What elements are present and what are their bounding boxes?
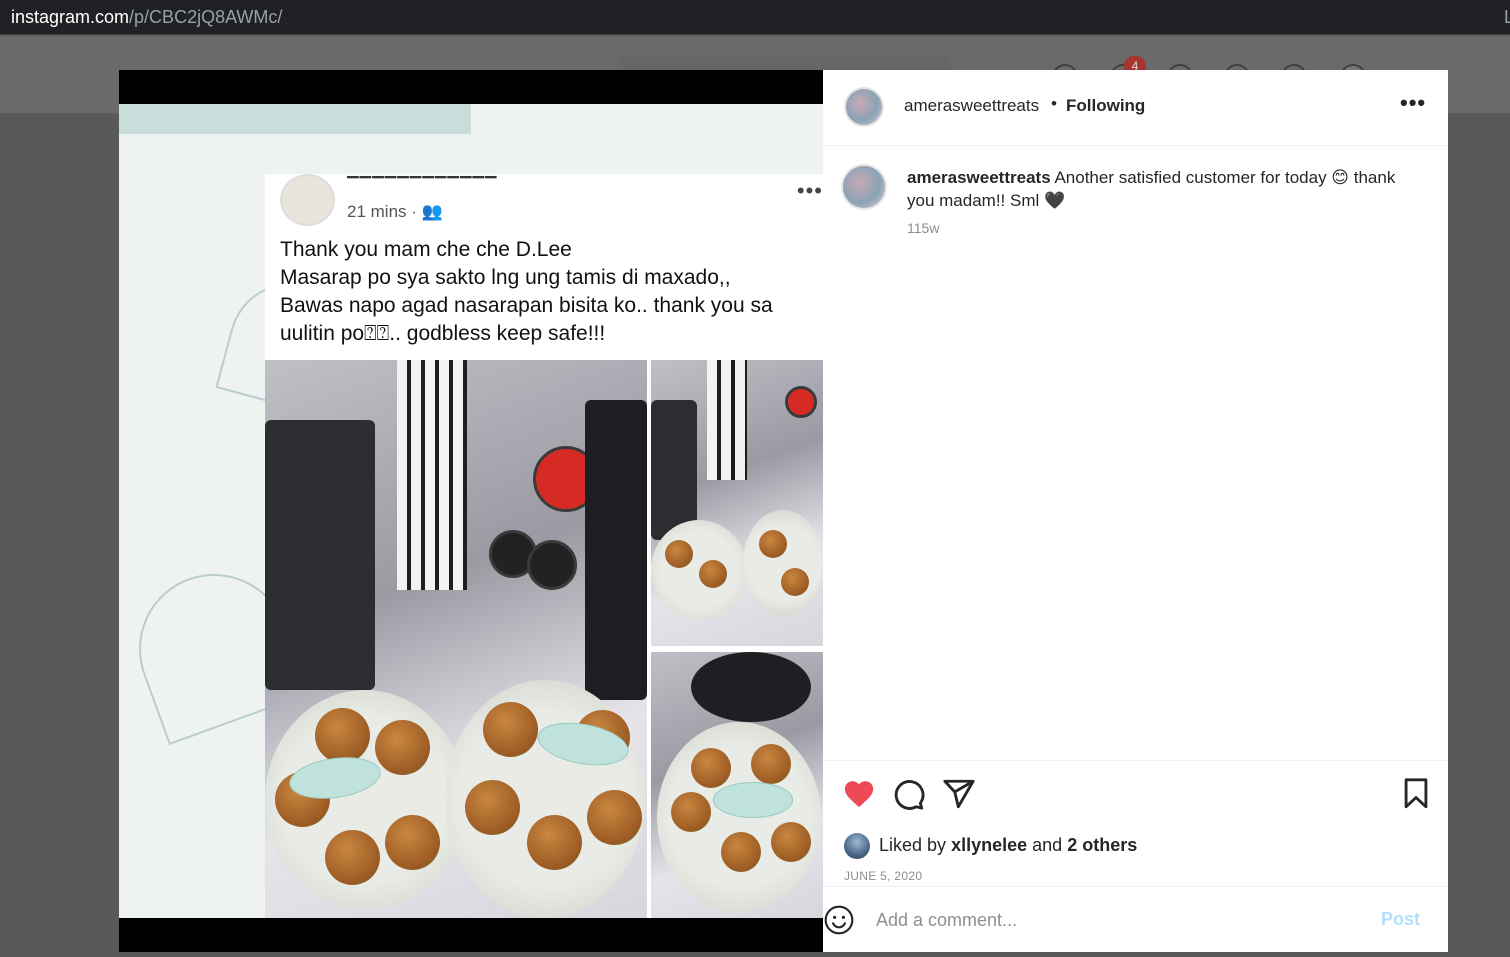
cup-stand-shape <box>691 652 811 722</box>
friends-icon: 👥 <box>421 202 443 221</box>
likes-middle: and <box>1032 835 1063 855</box>
comment-icon[interactable] <box>892 777 926 811</box>
emoji-icon[interactable] <box>823 904 855 936</box>
likes-others-link[interactable]: 2 others <box>1067 835 1137 855</box>
muffin <box>483 702 538 757</box>
url-bar-edge-glyph: L <box>1504 7 1510 27</box>
muffin-tray <box>743 510 823 616</box>
muffin <box>759 530 787 558</box>
liker-username[interactable]: xllynelee <box>951 835 1027 855</box>
muffin <box>587 790 642 845</box>
screenshot-facebook-post: ▔▔▔▔▔▔▔▔▔▔▔▔ 21 mins · 👥 ••• Thank you m… <box>265 174 823 918</box>
muffin <box>751 744 791 784</box>
decorative-band <box>119 104 471 134</box>
fb-photo-collage <box>265 360 823 918</box>
muffin <box>691 748 731 788</box>
browser-url-bar[interactable]: instagram.com/p/CBC2jQ8AWMc/ L <box>0 0 1510 35</box>
muffin <box>699 560 727 588</box>
coffee-capsule <box>527 540 577 590</box>
product-sticker <box>713 782 793 818</box>
author-avatar[interactable] <box>844 87 884 127</box>
muffin <box>385 815 440 870</box>
post-comment-button[interactable]: Post <box>1381 909 1420 930</box>
fb-photo-side-bottom <box>651 652 823 918</box>
comment-input[interactable] <box>874 905 1354 935</box>
caption-text: amerasweettreats Another satisfied custo… <box>907 166 1407 212</box>
url-host: instagram.com <box>11 7 130 27</box>
fb-post-text: Thank you mam che che D.Lee Masarap po s… <box>280 238 773 345</box>
url-path: /p/CBC2jQ8AWMc/ <box>129 7 283 27</box>
heart-icon[interactable] <box>842 777 876 811</box>
post-date[interactable]: JUNE 5, 2020 <box>844 869 922 883</box>
post-header: amerasweettreats • Following ••• <box>823 70 1448 146</box>
share-icon[interactable] <box>942 777 976 811</box>
caption-age: 115w <box>907 220 940 236</box>
liker-avatar[interactable] <box>844 833 870 859</box>
bookmark-icon[interactable] <box>1399 777 1433 811</box>
kettle-shape <box>651 400 697 540</box>
coffee-capsule <box>785 386 817 418</box>
muffin <box>781 568 809 596</box>
muffin <box>665 540 693 568</box>
author-username[interactable]: amerasweettreats <box>904 96 1039 116</box>
likes-prefix: Liked by <box>879 835 947 855</box>
following-button[interactable]: Following <box>1066 96 1145 116</box>
fb-more-icon: ••• <box>796 178 823 203</box>
caption-avatar[interactable] <box>841 164 887 210</box>
muffin <box>721 832 761 872</box>
muffin <box>671 792 711 832</box>
post-image: ▔▔▔▔▔▔▔▔▔▔▔▔ 21 mins · 👥 ••• Thank you m… <box>119 104 823 918</box>
muffin <box>465 780 520 835</box>
muffin <box>315 708 370 763</box>
muffin <box>375 720 430 775</box>
cup-tower-shape <box>707 360 747 480</box>
muffin <box>527 815 582 870</box>
fb-photo-side-top <box>651 360 823 646</box>
post-media[interactable]: ▔▔▔▔▔▔▔▔▔▔▔▔ 21 mins · 👥 ••• Thank you m… <box>119 70 823 952</box>
fb-name-redacted: ▔▔▔▔▔▔▔▔▔▔▔▔ <box>347 177 498 194</box>
fb-avatar <box>280 174 335 226</box>
more-options-icon[interactable]: ••• <box>1400 90 1426 116</box>
cup-tower-shape <box>397 360 467 590</box>
fb-timestamp: 21 mins · 👥 <box>347 202 443 221</box>
muffin <box>325 830 380 885</box>
coffee-machine-shape <box>585 400 647 700</box>
comment-box: Post <box>823 886 1448 952</box>
kettle-shape <box>265 420 375 690</box>
muffin <box>771 822 811 862</box>
post-detail-panel: amerasweettreats • Following ••• amerasw… <box>823 70 1448 952</box>
fb-photo-main <box>265 360 647 918</box>
header-separator: • <box>1051 94 1057 113</box>
caption-username[interactable]: amerasweettreats <box>907 168 1051 187</box>
